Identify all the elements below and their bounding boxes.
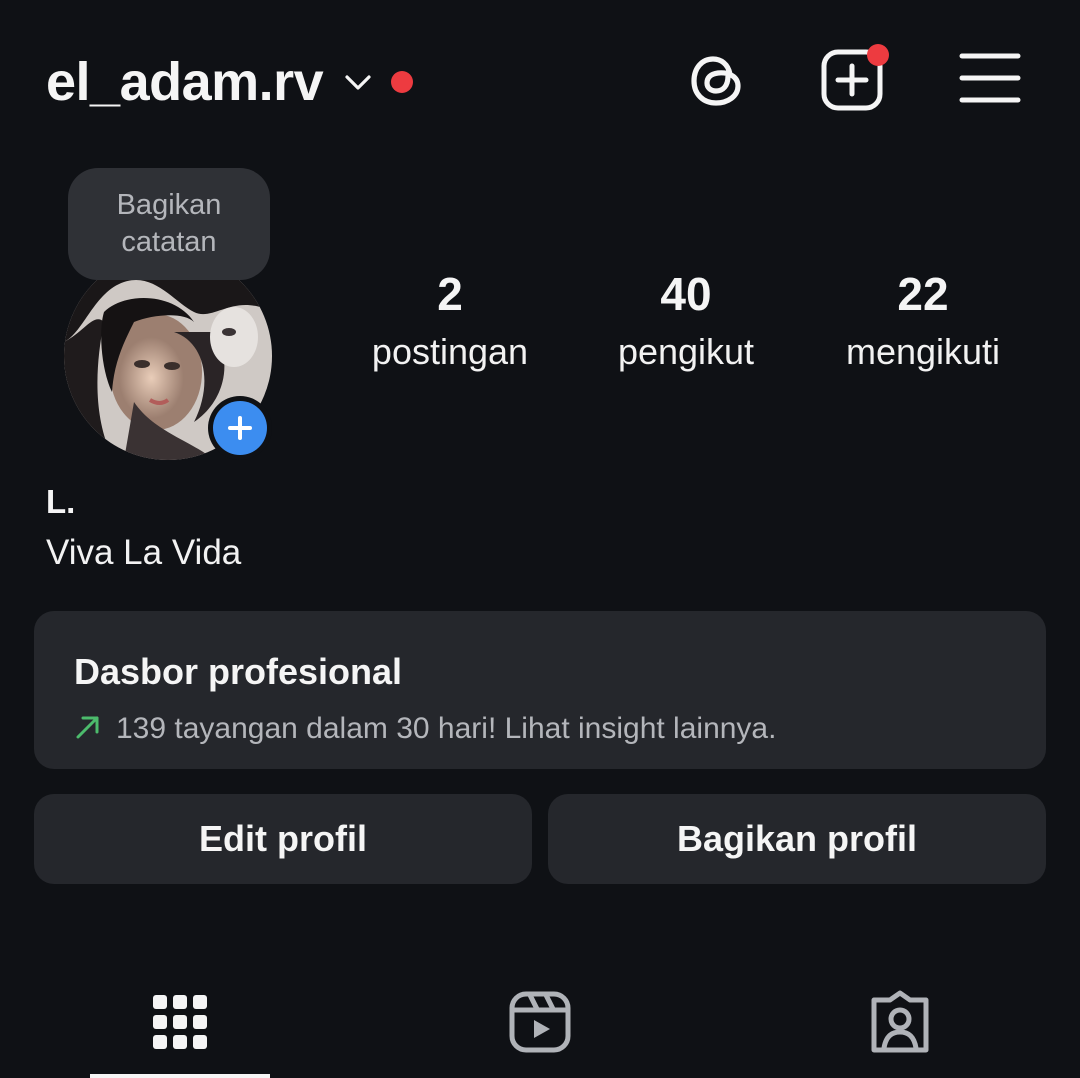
note-text: Bagikan catatan [116,189,222,258]
tagged-person-icon [871,990,929,1053]
tab-tagged[interactable] [850,972,950,1072]
chevron-down-icon[interactable] [343,67,373,97]
bio-text: Viva La Vida [46,533,242,572]
profile-header: el_adam.rv [0,0,1080,160]
trend-up-arrow-icon [74,713,102,746]
dashboard-subtitle: 139 tayangan dalam 30 hari! Lihat insigh… [116,712,777,745]
edit-profile-button[interactable]: Edit profil [34,794,532,884]
account-switcher[interactable]: el_adam.rv [46,52,414,112]
followers-label: pengikut [617,331,755,372]
following-stat[interactable]: 22 mengikuti [813,268,1033,374]
posts-stat[interactable]: 2 postingan [340,268,560,374]
professional-dashboard-card[interactable]: Dasbor profesional 139 tayangan dalam 30… [34,611,1046,769]
tab-posts-grid[interactable] [130,972,230,1072]
following-count: 22 [897,268,949,320]
followers-count: 40 [660,268,712,320]
create-notification-dot [867,44,889,66]
username[interactable]: el_adam.rv [46,52,324,112]
following-label: mengikuti [845,331,1001,372]
add-story-button[interactable] [208,396,272,460]
threads-icon[interactable] [686,48,750,112]
dashboard-insight: 139 tayangan dalam 30 hari! Lihat insigh… [74,711,776,747]
profile-page: el_adam.rv Bagikan catatan 2 postingan 4… [0,0,1080,1078]
dashboard-title: Dasbor profesional [74,651,403,692]
share-note-bubble[interactable]: Bagikan catatan [68,168,270,280]
tab-reels[interactable] [490,972,590,1072]
hamburger-menu-icon[interactable] [958,48,1022,112]
posts-label: postingan [371,331,529,372]
posts-count: 2 [437,268,463,320]
active-tab-indicator [90,1074,270,1078]
followers-stat[interactable]: 40 pengikut [576,268,796,374]
reels-icon [509,991,571,1053]
plus-icon[interactable] [213,401,267,455]
share-profile-button[interactable]: Bagikan profil [548,794,1046,884]
display-name: L. [46,483,76,520]
account-notification-dot [391,71,414,93]
grid-icon [153,995,207,1049]
